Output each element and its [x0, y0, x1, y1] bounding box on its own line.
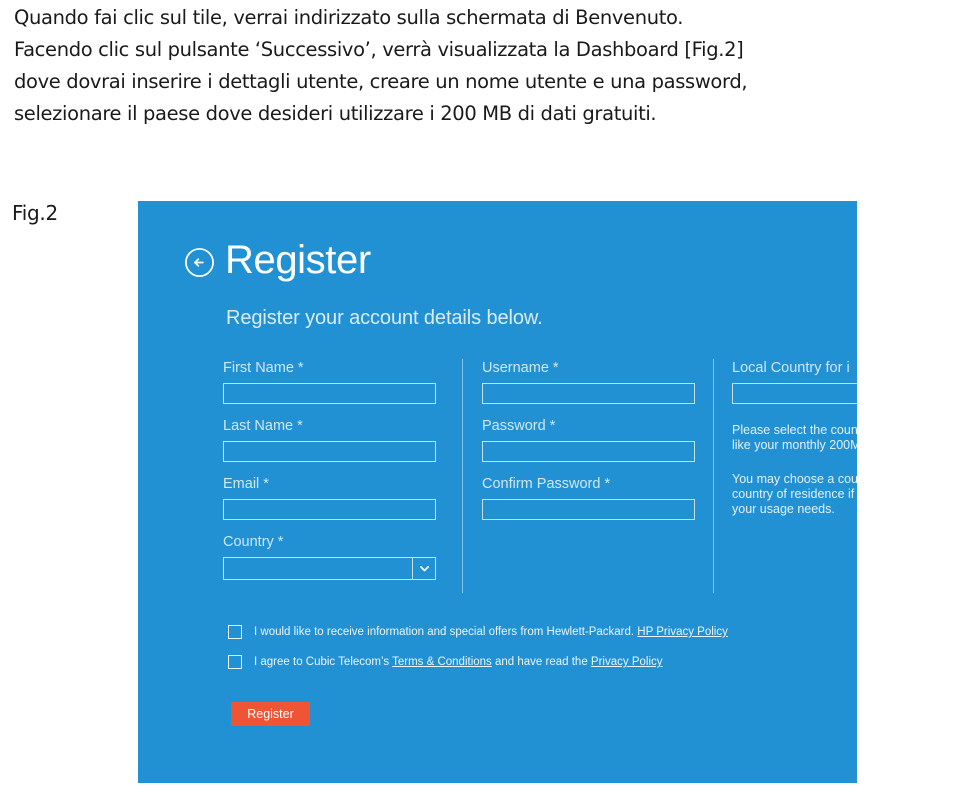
country-select-value	[224, 558, 412, 579]
column-divider	[713, 359, 714, 593]
field-label: Local Country for i	[732, 360, 850, 376]
field-label: Username *	[482, 360, 559, 376]
form-column-left: First Name * Last Name * Email * Country…	[223, 359, 438, 593]
field-first-name: First Name *	[223, 359, 438, 404]
consent-text-middle: and have read the	[491, 656, 591, 668]
field-label: Confirm Password *	[482, 476, 611, 492]
email-input[interactable]	[223, 499, 436, 520]
consent-label: I would like to receive information and …	[254, 625, 728, 639]
terms-and-conditions-link[interactable]: Terms & Conditions	[392, 656, 492, 668]
password-input[interactable]	[482, 441, 695, 462]
field-label: Last Name *	[223, 418, 303, 434]
instruction-line: Quando fai clic sul tile, verrai indiriz…	[14, 6, 684, 29]
last-name-input[interactable]	[223, 441, 436, 462]
marketing-opt-in-checkbox[interactable]	[228, 625, 242, 639]
consent-row-marketing[interactable]: I would like to receive information and …	[228, 625, 728, 639]
chevron-down-icon[interactable]	[412, 558, 435, 579]
local-country-input[interactable]	[732, 383, 857, 404]
helper-text: Please select the country like your mont…	[732, 423, 857, 452]
field-last-name: Last Name *	[223, 417, 438, 462]
field-label: Password *	[482, 418, 556, 434]
circled-back-arrow-icon[interactable]	[184, 247, 215, 278]
field-email: Email *	[223, 475, 438, 520]
first-name-input[interactable]	[223, 383, 436, 404]
username-input[interactable]	[482, 383, 695, 404]
instruction-line: dove dovrai inserire i dettagli utente, …	[14, 70, 748, 93]
consent-block: I would like to receive information and …	[228, 625, 728, 685]
instruction-line: selezionare il paese dove desideri utili…	[14, 102, 657, 125]
register-button[interactable]: Register	[231, 702, 310, 726]
consent-label: I agree to Cubic Telecom’s Terms & Condi…	[254, 655, 663, 669]
form-column-middle: Username * Password * Confirm Password *	[482, 359, 697, 533]
field-label: Email *	[223, 476, 269, 492]
instruction-paragraph: Quando fai clic sul tile, verrai indiriz…	[14, 2, 958, 130]
consent-row-terms[interactable]: I agree to Cubic Telecom’s Terms & Condi…	[228, 655, 728, 669]
field-confirm-password: Confirm Password *	[482, 475, 697, 520]
panel-header: Register	[184, 238, 371, 282]
field-username: Username *	[482, 359, 697, 404]
helper-text: You may choose a countr country of resid…	[732, 472, 857, 516]
field-label: First Name *	[223, 360, 304, 376]
field-country: Country *	[223, 533, 438, 580]
terms-agree-checkbox[interactable]	[228, 655, 242, 669]
column-divider	[462, 359, 463, 593]
instruction-line: Facendo clic sul pulsante ‘Successivo’, …	[14, 38, 744, 61]
page-subtitle: Register your account details below.	[226, 307, 543, 329]
consent-text-prefix: I would like to receive information and …	[254, 626, 638, 638]
hp-privacy-policy-link[interactable]: HP Privacy Policy	[637, 626, 728, 638]
field-password: Password *	[482, 417, 697, 462]
field-label: Country *	[223, 534, 284, 550]
confirm-password-input[interactable]	[482, 499, 695, 520]
page-title: Register	[225, 238, 371, 282]
form-column-right: Local Country for i Please select the co…	[732, 359, 857, 517]
country-select[interactable]	[223, 557, 436, 580]
consent-text-prefix: I agree to Cubic Telecom’s	[254, 656, 393, 668]
field-local-country: Local Country for i	[732, 359, 857, 404]
register-screenshot-panel: Register Register your account details b…	[138, 201, 857, 783]
privacy-policy-link[interactable]: Privacy Policy	[591, 656, 663, 668]
figure-caption: Fig.2	[12, 201, 58, 225]
